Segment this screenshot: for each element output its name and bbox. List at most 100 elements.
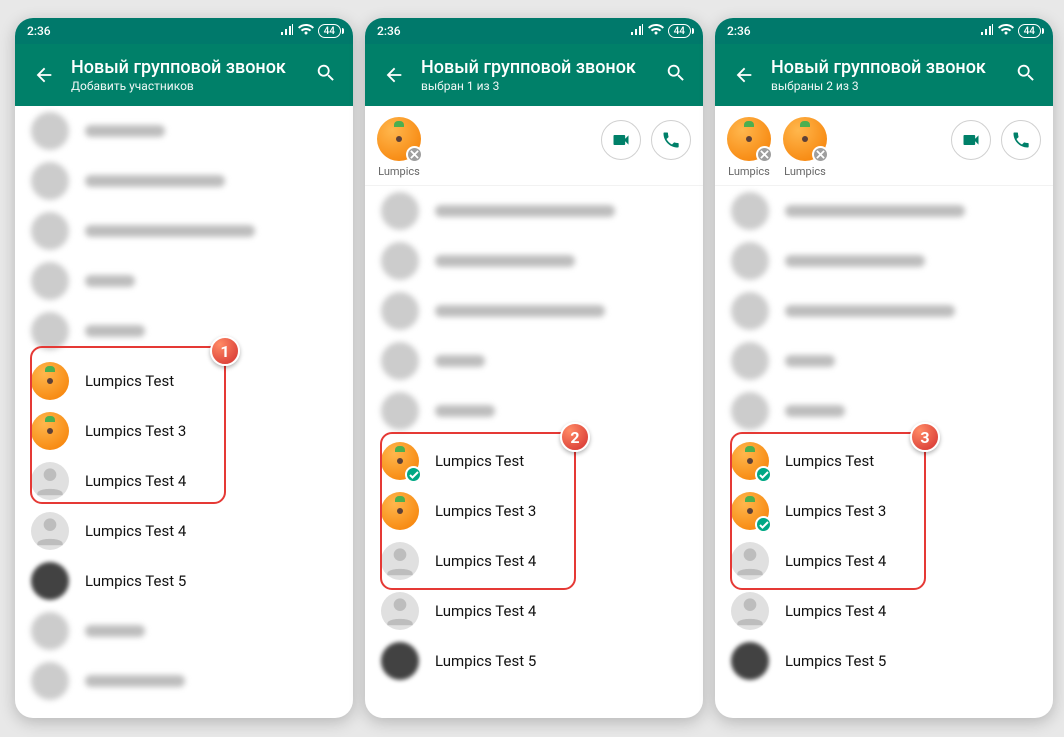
- voice-call-button[interactable]: [1001, 120, 1041, 160]
- check-icon: [759, 470, 769, 480]
- app-bar: Новый групповой звонок выбран 1 из 3: [365, 44, 703, 106]
- video-call-button[interactable]: [951, 120, 991, 160]
- app-bar: Новый групповой звонок Добавить участник…: [15, 44, 353, 106]
- contact-item[interactable]: Lumpics Test 4: [715, 536, 1053, 586]
- search-button[interactable]: [307, 54, 345, 96]
- status-bar: 2:36 44: [715, 18, 1053, 44]
- contact-list[interactable]: Lumpics Test Lumpics Test 3 Lumpics Test…: [365, 186, 703, 686]
- back-button[interactable]: [375, 56, 413, 94]
- contact-blurred[interactable]: [715, 386, 1053, 436]
- screen-title: Новый групповой звонок: [71, 57, 307, 79]
- back-button[interactable]: [725, 56, 763, 94]
- contact-list[interactable]: Lumpics Test Lumpics Test 3 Lumpics Test…: [15, 106, 353, 706]
- avatar: [731, 442, 769, 480]
- status-icons: 44: [280, 24, 341, 39]
- status-bar: 2:36 44: [365, 18, 703, 44]
- contact-blurred[interactable]: [365, 336, 703, 386]
- contact-item[interactable]: Lumpics Test: [15, 356, 353, 406]
- contact-blurred[interactable]: [15, 206, 353, 256]
- contact-item[interactable]: Lumpics Test 3: [715, 486, 1053, 536]
- check-icon: [759, 520, 769, 530]
- remove-chip-button[interactable]: [812, 146, 829, 163]
- selected-chip[interactable]: Lumpics: [727, 117, 771, 178]
- avatar: [31, 362, 69, 400]
- contact-name: Lumpics Test 5: [435, 652, 536, 670]
- video-call-button[interactable]: [601, 120, 641, 160]
- arrow-left-icon: [733, 64, 755, 86]
- status-time: 2:36: [27, 24, 51, 38]
- remove-chip-button[interactable]: [756, 146, 773, 163]
- avatar: [731, 642, 769, 680]
- contact-list[interactable]: Lumpics Test Lumpics Test 3 Lumpics Test…: [715, 186, 1053, 686]
- contact-blurred[interactable]: [15, 656, 353, 706]
- contact-item[interactable]: Lumpics Test: [715, 436, 1053, 486]
- contact-blurred[interactable]: [15, 256, 353, 306]
- avatar: [381, 442, 419, 480]
- contact-name: Lumpics Test 4: [435, 552, 536, 570]
- contact-blurred[interactable]: [715, 336, 1053, 386]
- contact-blurred[interactable]: [365, 236, 703, 286]
- contact-item[interactable]: Lumpics Test 4: [15, 506, 353, 556]
- contact-blurred[interactable]: [15, 156, 353, 206]
- avatar: [783, 117, 827, 161]
- contact-name: Lumpics Test 5: [785, 652, 886, 670]
- remove-chip-button[interactable]: [406, 146, 423, 163]
- contact-name: Lumpics Test: [435, 452, 524, 470]
- contact-blurred[interactable]: [365, 386, 703, 436]
- contact-item[interactable]: Lumpics Test 5: [365, 636, 703, 686]
- contact-name: Lumpics Test 4: [85, 472, 186, 490]
- contact-blurred[interactable]: [715, 286, 1053, 336]
- phone-icon: [661, 130, 681, 150]
- contact-name: Lumpics Test 4: [435, 602, 536, 620]
- search-button[interactable]: [657, 54, 695, 96]
- wifi-icon: [648, 24, 664, 39]
- avatar: [381, 592, 419, 630]
- contact-item[interactable]: Lumpics Test 4: [365, 536, 703, 586]
- contact-blurred[interactable]: [365, 186, 703, 236]
- search-icon: [665, 62, 687, 84]
- video-icon: [611, 130, 631, 150]
- screen-title: Новый групповой звонок: [421, 57, 657, 79]
- phone-icon: [1011, 130, 1031, 150]
- back-button[interactable]: [25, 56, 63, 94]
- contact-blurred[interactable]: [15, 606, 353, 656]
- contact-name: Lumpics Test 3: [85, 422, 186, 440]
- avatar: [731, 492, 769, 530]
- screen-subtitle: выбраны 2 из 3: [771, 79, 1007, 93]
- app-bar: Новый групповой звонок выбраны 2 из 3: [715, 44, 1053, 106]
- contact-item[interactable]: Lumpics Test 4: [715, 586, 1053, 636]
- contact-name: Lumpics Test 4: [85, 522, 186, 540]
- contact-blurred[interactable]: [365, 286, 703, 336]
- contact-blurred[interactable]: [715, 236, 1053, 286]
- avatar: [31, 512, 69, 550]
- check-icon: [409, 470, 419, 480]
- contact-item[interactable]: Lumpics Test 5: [715, 636, 1053, 686]
- avatar: [31, 412, 69, 450]
- contact-name: Lumpics Test 4: [785, 552, 886, 570]
- selected-chip[interactable]: Lumpics: [377, 117, 421, 178]
- selected-chip[interactable]: Lumpics: [783, 117, 827, 178]
- avatar: [731, 542, 769, 580]
- contact-item[interactable]: Lumpics Test 3: [15, 406, 353, 456]
- voice-call-button[interactable]: [651, 120, 691, 160]
- signal-icon: [980, 24, 994, 39]
- contact-item[interactable]: Lumpics Test 4: [365, 586, 703, 636]
- contact-item[interactable]: Lumpics Test 5: [15, 556, 353, 606]
- close-icon: [410, 150, 419, 159]
- wifi-icon: [298, 24, 314, 39]
- contact-blurred[interactable]: [15, 306, 353, 356]
- contact-name: Lumpics Test 3: [435, 502, 536, 520]
- contact-item[interactable]: Lumpics Test: [365, 436, 703, 486]
- contact-item[interactable]: Lumpics Test 3: [365, 486, 703, 536]
- contact-name: Lumpics Test 5: [85, 572, 186, 590]
- contact-name: Lumpics Test 4: [785, 602, 886, 620]
- selected-participants-row: Lumpics: [365, 106, 703, 186]
- search-button[interactable]: [1007, 54, 1045, 96]
- contact-item[interactable]: Lumpics Test 4: [15, 456, 353, 506]
- chip-name: Lumpics: [784, 165, 826, 178]
- phone-screen-2: 2:36 44 Новый групповой звонок выбран 1 …: [365, 18, 703, 718]
- contact-blurred[interactable]: [15, 106, 353, 156]
- title-block: Новый групповой звонок выбран 1 из 3: [421, 57, 657, 94]
- contact-blurred[interactable]: [715, 186, 1053, 236]
- avatar: [727, 117, 771, 161]
